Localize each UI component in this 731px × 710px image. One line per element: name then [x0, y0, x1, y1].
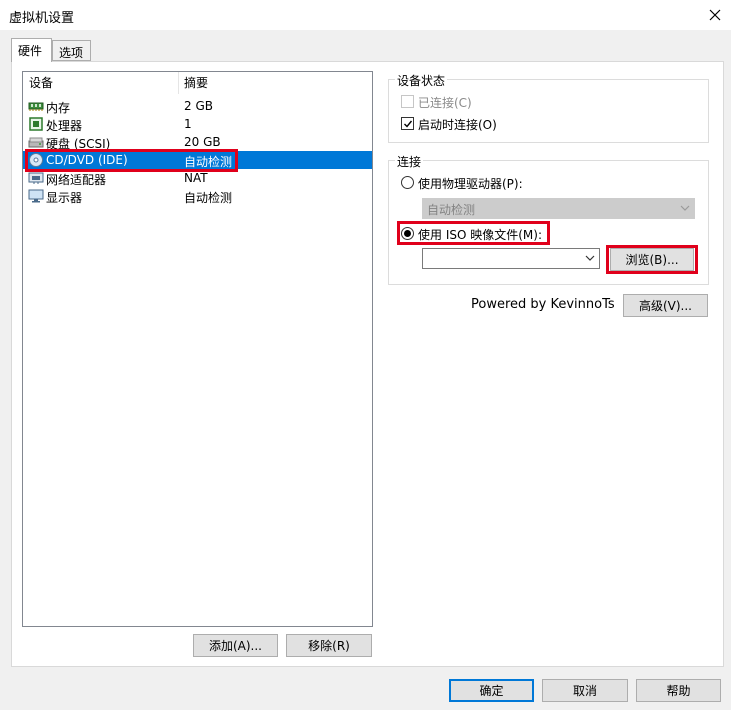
- memory-icon: [28, 102, 44, 111]
- tab-hardware[interactable]: 硬件: [11, 38, 52, 62]
- processor-icon: [29, 117, 43, 131]
- hard-disk-icon: [28, 137, 44, 148]
- device-summary: 自动检测: [184, 191, 233, 205]
- physical-drive-select[interactable]: 自动检测: [422, 198, 695, 219]
- ok-button[interactable]: 确定: [449, 679, 534, 702]
- device-row-processor[interactable]: 处理器 1: [23, 115, 372, 133]
- device-status-label: 设备状态: [395, 72, 448, 89]
- connected-label: 已连接(C): [418, 96, 472, 110]
- device-name: 网络适配器: [46, 173, 107, 187]
- connect-at-power-on-label: 启动时连接(O): [418, 118, 497, 132]
- iso-path-combo[interactable]: [422, 248, 600, 269]
- window-title: 虚拟机设置: [9, 11, 75, 26]
- iso-image-radio[interactable]: [401, 227, 414, 240]
- chevron-down-icon: [680, 205, 690, 211]
- chevron-down-icon: [585, 255, 595, 261]
- title-bar: [0, 0, 731, 30]
- connect-at-power-on-checkbox[interactable]: [401, 117, 414, 130]
- remove-device-button[interactable]: 移除(R): [286, 634, 372, 657]
- close-button[interactable]: [703, 3, 727, 27]
- advanced-button[interactable]: 高级(V)...: [623, 294, 708, 317]
- check-icon: [403, 120, 412, 128]
- display-icon: [28, 189, 44, 203]
- device-row-memory[interactable]: 内存 2 GB: [23, 97, 372, 115]
- column-divider[interactable]: [178, 72, 179, 94]
- device-name: 硬盘 (SCSI): [46, 137, 111, 151]
- device-row-display[interactable]: 显示器 自动检测: [23, 187, 372, 205]
- device-name: 显示器: [46, 191, 83, 205]
- connection-label: 连接: [395, 153, 424, 170]
- summary-column-header[interactable]: 摘要: [184, 74, 208, 91]
- physical-drive-radio[interactable]: [401, 176, 414, 189]
- device-summary: 2 GB: [184, 99, 213, 113]
- connected-checkbox[interactable]: [401, 95, 414, 108]
- close-icon: [709, 9, 721, 21]
- physical-drive-value: 自动检测: [427, 203, 476, 217]
- device-column-header[interactable]: 设备: [29, 74, 53, 91]
- add-device-button[interactable]: 添加(A)...: [193, 634, 278, 657]
- device-name: 内存: [46, 101, 71, 115]
- help-button[interactable]: 帮助: [636, 679, 721, 702]
- device-name: 处理器: [46, 119, 83, 133]
- device-summary: 自动检测: [184, 155, 233, 169]
- powered-by-text: Powered by KevinnoTs: [471, 297, 615, 312]
- device-summary: 1: [184, 117, 192, 131]
- network-adapter-icon: [28, 172, 44, 184]
- browse-button[interactable]: 浏览(B)...: [610, 248, 694, 271]
- device-row-hard-disk[interactable]: 硬盘 (SCSI) 20 GB: [23, 133, 372, 151]
- tab-options[interactable]: 选项: [52, 40, 91, 61]
- device-name: CD/DVD (IDE): [46, 153, 128, 167]
- iso-image-label: 使用 ISO 映像文件(M):: [418, 228, 542, 242]
- cd-dvd-icon: [29, 153, 43, 167]
- device-summary: 20 GB: [184, 135, 221, 149]
- device-row-network-adapter[interactable]: 网络适配器 NAT: [23, 169, 372, 187]
- physical-drive-label: 使用物理驱动器(P):: [418, 177, 523, 191]
- cancel-button[interactable]: 取消: [542, 679, 628, 702]
- device-row-cd-dvd[interactable]: CD/DVD (IDE) 自动检测: [23, 151, 372, 169]
- device-summary: NAT: [184, 171, 208, 185]
